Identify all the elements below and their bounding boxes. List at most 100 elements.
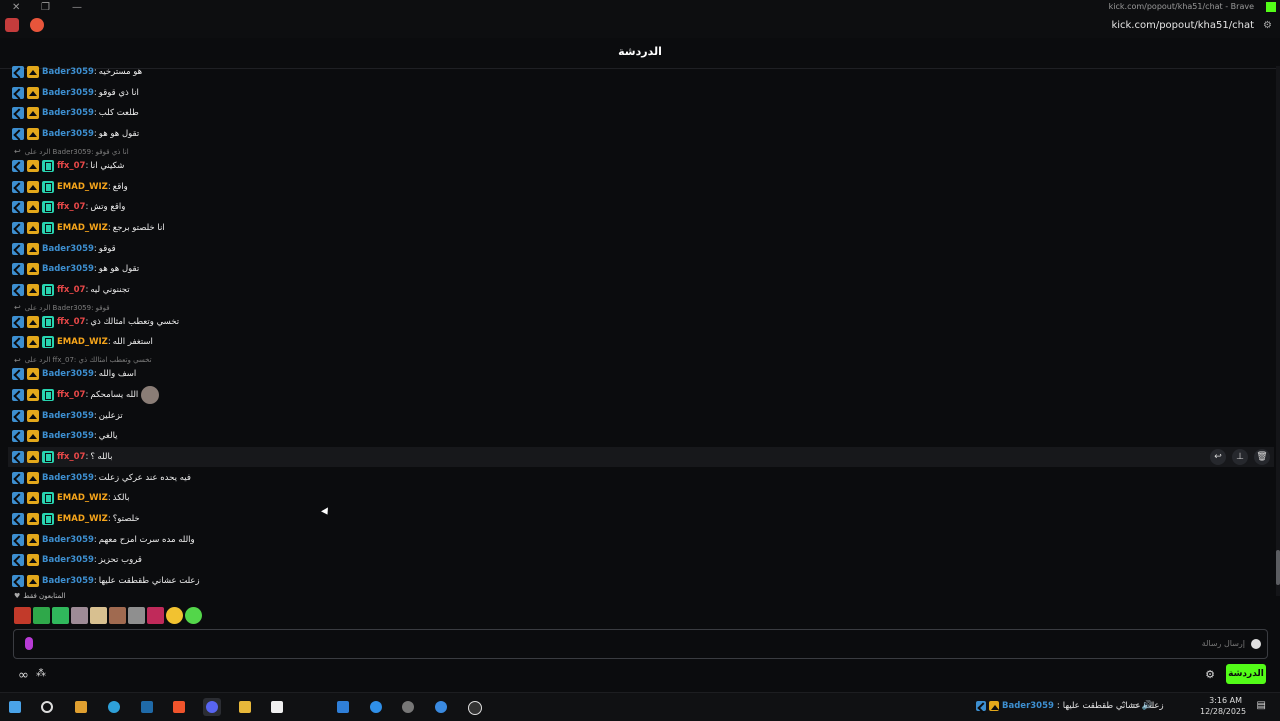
chat-message[interactable]: EMAD_WIZ: انا خلصتو برجع [12,218,1274,238]
chat-username[interactable]: Bader3059 [42,264,94,274]
chat-message[interactable]: Bader3059: طلعت كلب [12,103,1274,123]
chat-message[interactable]: Bader3059: يالغي [12,426,1274,446]
chat-username[interactable]: Bader3059 [42,369,94,379]
file-explorer-button[interactable] [236,698,254,716]
chat-send-button[interactable]: الدردشة [1226,664,1266,684]
app-button-2[interactable] [432,698,450,716]
chat-message[interactable]: ffx_07: بالله ؟ ↩ ⊥ 🗑 [8,446,1274,467]
viewer-avatar[interactable] [109,607,126,624]
emoji-picker-icon[interactable] [1251,639,1261,649]
chat-message-text: خلصتو؟ [112,514,140,524]
chat-username[interactable]: EMAD_WIZ [57,493,108,503]
viewer-avatar[interactable] [147,607,164,624]
viewer-avatar[interactable] [33,607,50,624]
chat-username[interactable]: Bader3059 [42,67,94,77]
viewer-avatar[interactable] [128,607,145,624]
message-input[interactable]: إرسال رسالة [13,629,1268,659]
points-icon[interactable]: ⁂ [36,668,46,679]
close-window-icon[interactable]: ✕ [12,2,20,13]
brave-shield-icon[interactable] [5,18,19,32]
search-button[interactable] [38,698,56,716]
viewer-avatar[interactable] [166,607,183,624]
obs-button[interactable] [465,698,483,716]
chat-message[interactable]: Bader3059: تقول هو هو [12,259,1274,279]
reply-action-icon[interactable]: ↩ [1210,448,1226,465]
chat-message[interactable]: Bader3059: فيه يحده عند عركي زعلت [12,468,1274,488]
copilot-button[interactable] [72,698,90,716]
chat-message[interactable]: ffx_07: الله يسامحكم [12,385,1274,405]
scrollbar-thumb[interactable] [1276,550,1280,585]
moderator-badge-icon [12,221,24,234]
chat-message[interactable]: EMAD_WIZ: استغفر الله [12,332,1274,352]
chat-message[interactable]: EMAD_WIZ: خلصتو؟ [12,509,1274,529]
chat-username[interactable]: Bader3059 [42,576,94,586]
viewer-avatar[interactable] [90,607,107,624]
chat-message[interactable]: EMAD_WIZ: بالكذ [12,488,1274,508]
chat-message[interactable]: Bader3059: تزعلين [12,406,1274,426]
chat-message[interactable]: Bader3059: قروب تحزيز [12,550,1274,570]
viewer-avatar[interactable] [52,607,69,624]
chat-message[interactable]: ffx_07: تجننوني ليه [12,280,1274,300]
infinity-icon[interactable]: ∞ [18,668,29,683]
chat-message[interactable]: EMAD_WIZ: واقع [12,177,1274,197]
scrollbar[interactable] [1276,66,1280,596]
chat-message[interactable]: Bader3059: زعلت عشاني طقطقت عليها [12,571,1274,590]
viewer-avatar[interactable] [185,607,202,624]
chat-username[interactable]: EMAD_WIZ [57,182,108,192]
discord-button[interactable] [203,698,221,716]
chat-username[interactable]: EMAD_WIZ [57,337,108,347]
edge-button[interactable] [105,698,123,716]
chat-username[interactable]: ffx_07 [57,202,85,212]
chat-message[interactable]: Bader3059: والله مده سرت امزح معهم [12,530,1274,550]
chat-message[interactable]: Bader3059: هو مسترخيه [12,62,1274,82]
brave-rewards-icon[interactable] [30,18,44,32]
restore-window-icon[interactable]: ❐ [41,2,50,13]
chat-username[interactable]: ffx_07 [57,161,85,171]
chat-message[interactable]: ffx_07: شكيني انا [12,156,1274,176]
settings-button[interactable] [399,698,417,716]
chat-username[interactable]: EMAD_WIZ [57,223,108,233]
crown-badge-icon [27,242,39,255]
start-button[interactable] [6,698,24,716]
viewer-avatar[interactable] [71,607,88,624]
chat-username[interactable]: Bader3059 [42,473,94,483]
app-button-1[interactable] [367,698,385,716]
chat-feed[interactable]: Bader3059: هو مسترخيه Bader3059: انا ذي قوق… [0,62,1276,590]
og-badge-icon [42,336,54,349]
clock[interactable]: 3:16 AM 12/28/2025 [1200,695,1246,717]
pin-action-icon[interactable]: ⊥ [1232,448,1248,465]
chat-username[interactable]: Bader3059 [42,108,94,118]
site-settings-icon[interactable]: ⚙ [1263,20,1272,31]
message-placeholder: إرسال رسالة [1201,639,1245,648]
chat-username[interactable]: Bader3059 [42,129,94,139]
chat-username[interactable]: Bader3059 [42,88,94,98]
steam-button[interactable] [138,698,156,716]
chat-message[interactable]: Bader3059: انا ذي قوقو [12,83,1274,103]
chat-username[interactable]: Bader3059 [42,411,94,421]
chat-message[interactable]: ffx_07: واقع وتش [12,197,1274,217]
chat-username[interactable]: Bader3059 [42,244,94,254]
chat-message[interactable]: Bader3059: اسف والله [12,364,1274,384]
chat-message[interactable]: ffx_07: تخسي وتعطب امثالك ذي [12,312,1274,332]
chat-username[interactable]: Bader3059 [42,431,94,441]
brave-button[interactable] [170,698,188,716]
chat-message[interactable]: Bader3059: تقول هو هو [12,124,1274,144]
chat-message[interactable]: Bader3059: قوقو [12,239,1274,259]
chat-username[interactable]: ffx_07 [57,452,85,462]
chat-username[interactable]: ffx_07 [57,285,85,295]
notification-center-icon[interactable]: ▤ [1257,700,1266,711]
microphone-icon[interactable] [25,637,33,650]
chat-username[interactable]: Bader3059 [42,555,94,565]
mail-button[interactable] [334,698,352,716]
system-tray[interactable]: ⌃ ▭ 🔊 [1120,701,1153,711]
store-button[interactable] [268,698,286,716]
settings-gear-icon[interactable]: ⚙ [1205,668,1215,681]
chat-username[interactable]: Bader3059 [42,535,94,545]
viewer-avatar[interactable] [14,607,31,624]
url-bar[interactable]: kick.com/popout/kha51/chat [1111,20,1254,31]
minimize-window-icon[interactable]: — [72,2,82,13]
chat-username[interactable]: ffx_07 [57,390,85,400]
chat-username[interactable]: EMAD_WIZ [57,514,108,524]
chat-username[interactable]: ffx_07 [57,317,85,327]
delete-action-icon[interactable]: 🗑 [1254,448,1270,465]
